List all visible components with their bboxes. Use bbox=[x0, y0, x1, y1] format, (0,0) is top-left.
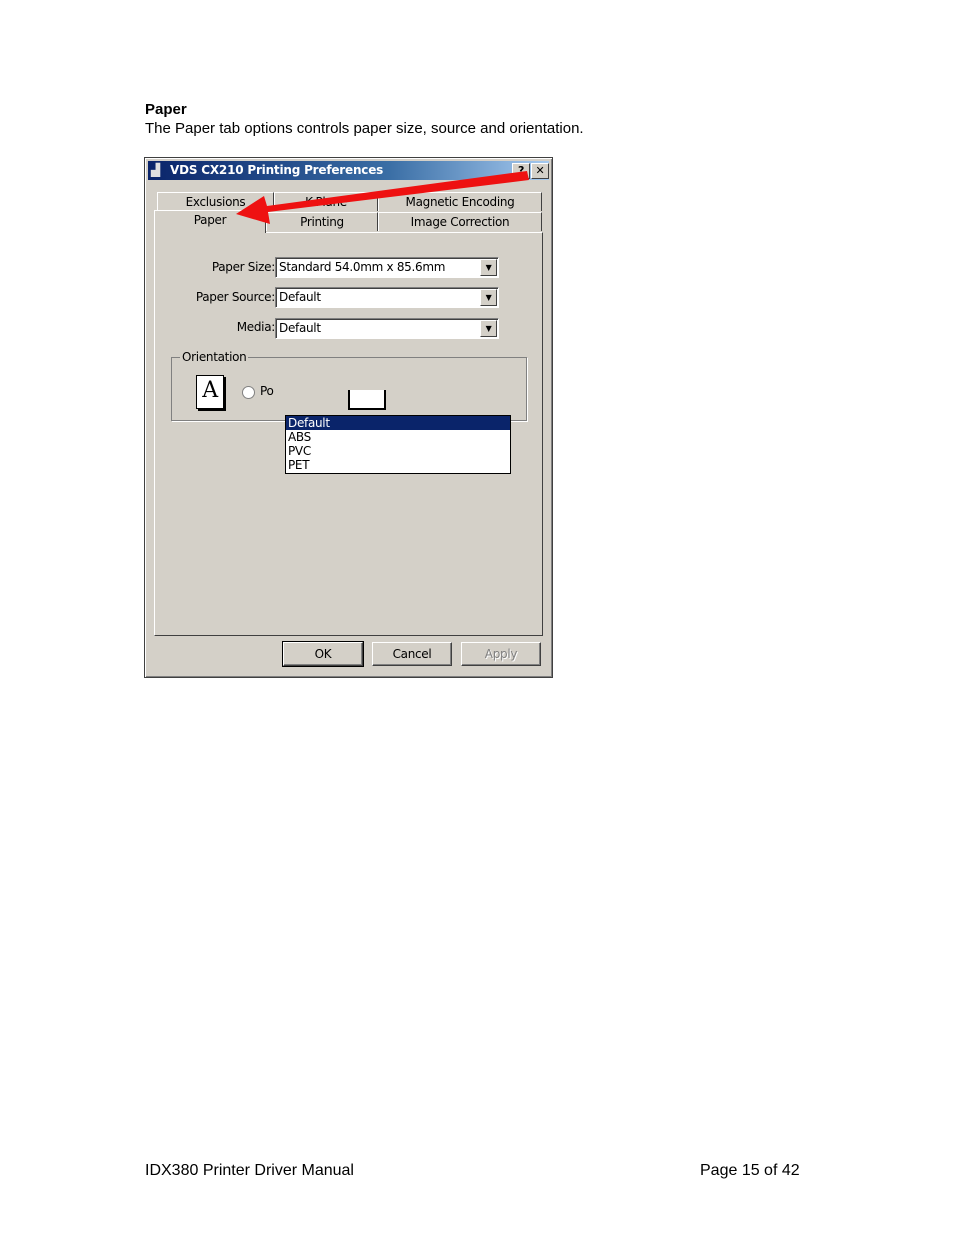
chevron-down-icon[interactable]: ▼ bbox=[480, 259, 497, 276]
cancel-button[interactable]: Cancel bbox=[372, 642, 452, 666]
footer-page-number: Page 15 of 42 bbox=[700, 1162, 800, 1179]
printing-preferences-dialog: ▟ VDS CX210 Printing Preferences ? ✕ Exc… bbox=[144, 157, 553, 678]
paper-source-label: Paper Source: bbox=[195, 290, 275, 304]
chevron-down-icon[interactable]: ▼ bbox=[480, 320, 497, 337]
media-option[interactable]: PET bbox=[286, 458, 510, 472]
title-bar[interactable]: ▟ VDS CX210 Printing Preferences ? ✕ bbox=[148, 161, 549, 180]
help-button[interactable]: ? bbox=[512, 163, 530, 179]
dialog-title: VDS CX210 Printing Preferences bbox=[170, 163, 384, 177]
paper-tab-panel: Paper Size: Standard 54.0mm x 85.6mm ▼ P… bbox=[154, 232, 543, 636]
section-intro: The Paper tab options controls paper siz… bbox=[145, 120, 584, 137]
tab-magnetic-encoding[interactable]: Magnetic Encoding bbox=[378, 192, 542, 211]
paper-size-select[interactable]: Standard 54.0mm x 85.6mm ▼ bbox=[275, 257, 499, 278]
chevron-down-icon[interactable]: ▼ bbox=[480, 289, 497, 306]
media-option[interactable]: PVC bbox=[286, 444, 510, 458]
apply-button[interactable]: Apply bbox=[461, 642, 541, 666]
printer-icon: ▟ bbox=[151, 163, 160, 177]
portrait-radio[interactable] bbox=[242, 386, 255, 399]
close-button[interactable]: ✕ bbox=[531, 163, 549, 179]
media-select[interactable]: Default ▼ bbox=[275, 318, 499, 339]
tab-printing[interactable]: Printing bbox=[266, 212, 378, 231]
paper-source-select[interactable]: Default ▼ bbox=[275, 287, 499, 308]
section-heading: Paper bbox=[145, 101, 187, 118]
paper-source-value: Default bbox=[279, 290, 321, 304]
landscape-page-icon bbox=[348, 390, 386, 410]
media-value: Default bbox=[279, 321, 321, 335]
portrait-page-icon: A bbox=[196, 375, 224, 409]
orientation-label: Orientation bbox=[180, 349, 249, 365]
tab-paper[interactable]: Paper bbox=[154, 210, 266, 233]
portrait-label: Po bbox=[260, 384, 274, 398]
media-dropdown-list[interactable]: Default ABS PVC PET bbox=[285, 415, 511, 474]
media-option[interactable]: Default bbox=[286, 416, 510, 430]
paper-size-value: Standard 54.0mm x 85.6mm bbox=[279, 260, 446, 274]
orientation-group: Orientation A Po bbox=[171, 349, 527, 421]
media-option[interactable]: ABS bbox=[286, 430, 510, 444]
tab-image-correction[interactable]: Image Correction bbox=[378, 212, 542, 231]
tab-k-plane[interactable]: K-Plane bbox=[274, 192, 378, 211]
paper-size-label: Paper Size: bbox=[211, 260, 275, 274]
media-label: Media: bbox=[236, 320, 276, 334]
ok-button[interactable]: OK bbox=[282, 641, 364, 667]
footer-title: IDX380 Printer Driver Manual bbox=[145, 1162, 354, 1179]
tab-exclusions[interactable]: Exclusions bbox=[157, 192, 274, 211]
